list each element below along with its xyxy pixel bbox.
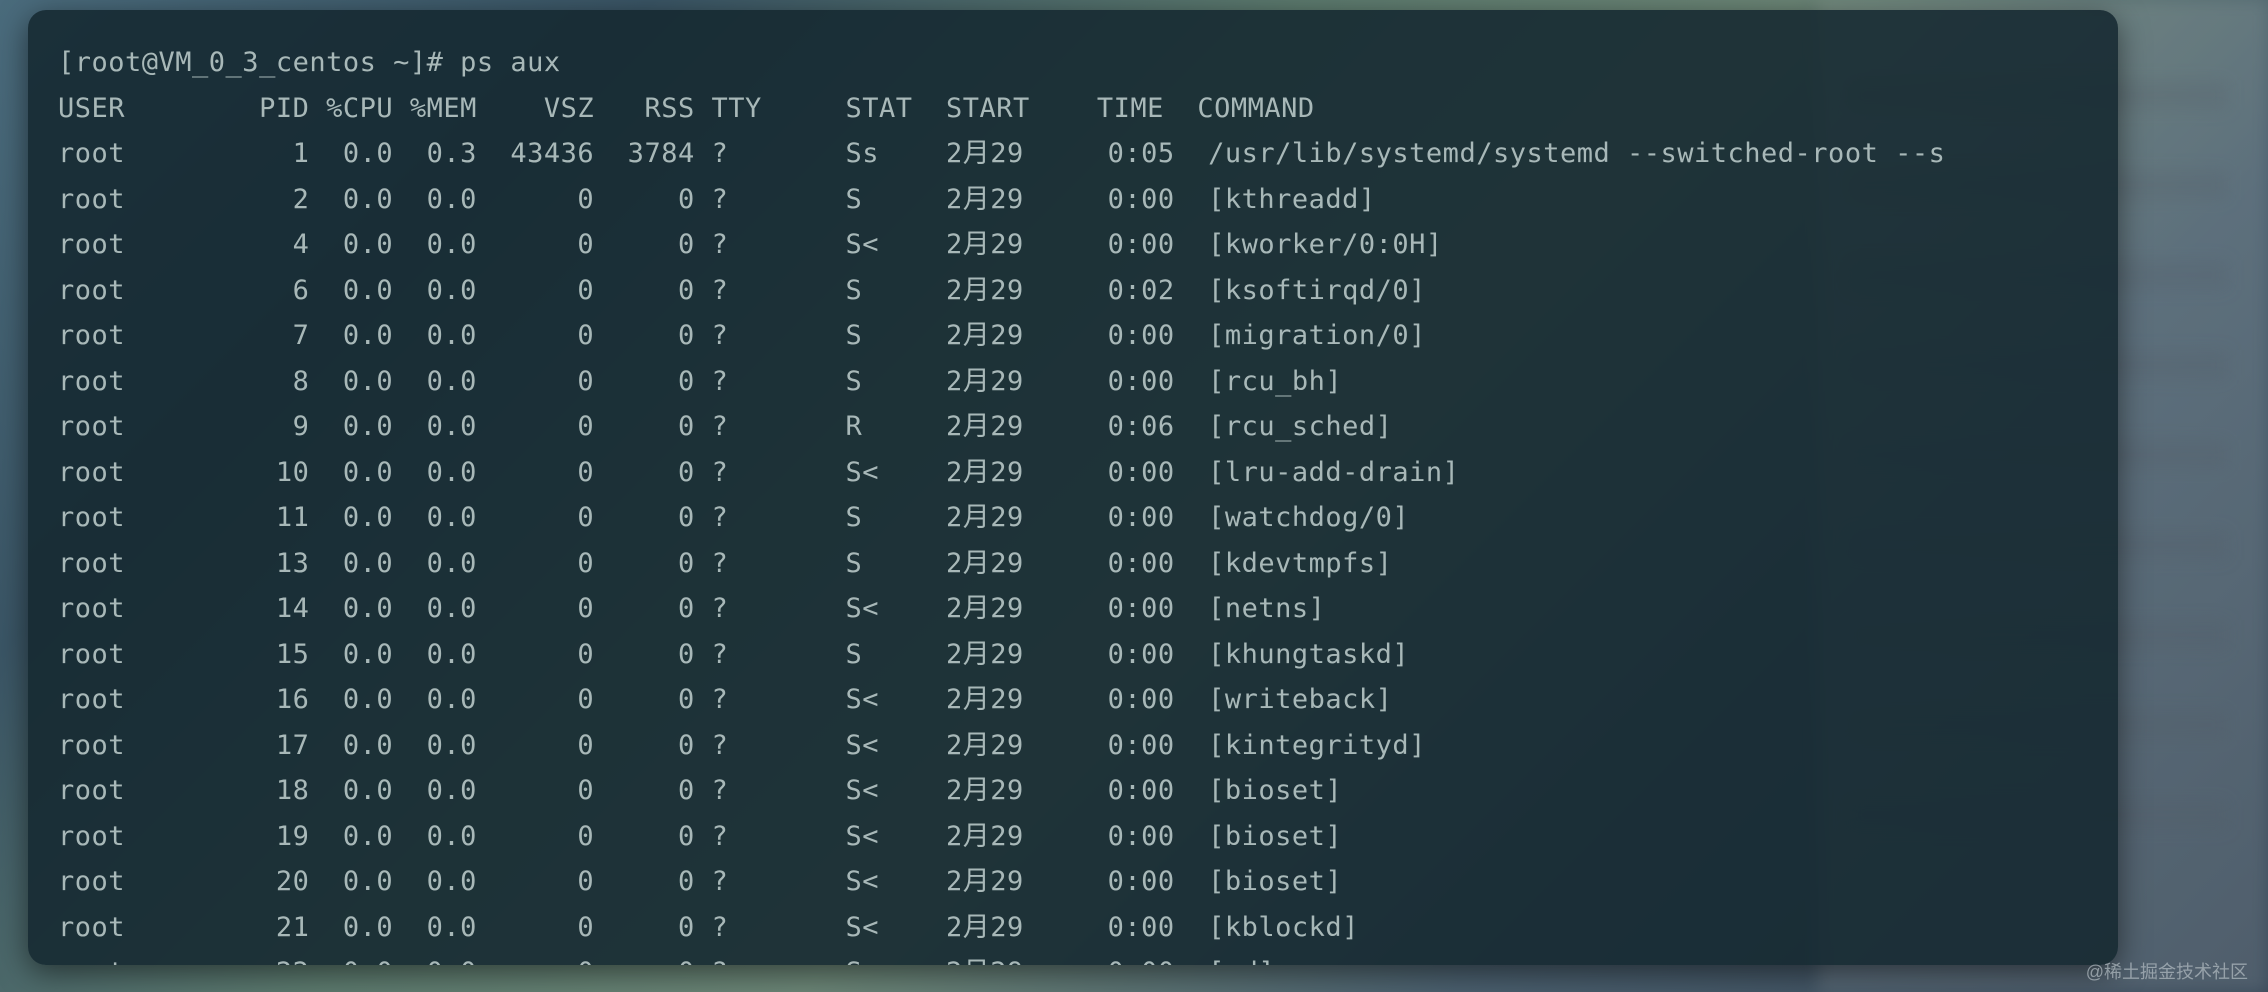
watermark-text: @稀土掘金技术社区 [2086, 958, 2248, 984]
terminal-window[interactable]: [root@VM_0_3_centos ~]# ps aux USER PID … [28, 10, 2118, 965]
terminal-output: [root@VM_0_3_centos ~]# ps aux USER PID … [58, 40, 2098, 965]
